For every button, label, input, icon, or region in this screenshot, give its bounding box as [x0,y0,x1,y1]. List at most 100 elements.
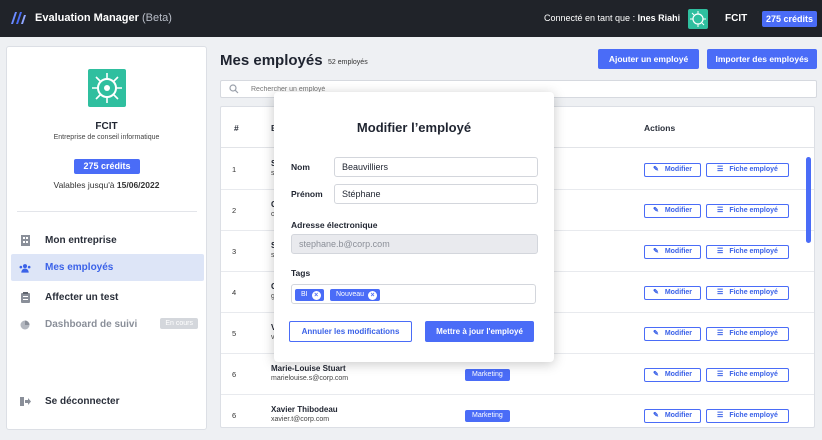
sidebar-item-mes-employes[interactable]: Mes employés [11,254,204,281]
row-number: 6 [232,370,237,379]
connected-prefix: Connecté en tant que : [544,13,638,23]
en-cours-badge: En cours [160,318,198,329]
employee-tag: Marketing [465,410,510,422]
column-header-actions: Actions [644,123,676,133]
nom-label: Nom [291,162,310,172]
sidebar-item-mon-entreprise[interactable]: Mon entreprise [11,227,204,254]
row-number: 3 [232,247,237,256]
logout-button[interactable]: Se déconnecter [11,388,204,415]
sidebar: FCIT Entreprise de conseil informatique … [6,46,207,430]
row-number: 1 [232,165,237,174]
pencil-icon: ✎ [652,412,659,419]
top-credits-badge: 275 crédits [762,11,817,27]
circuit-logo-icon [92,73,122,103]
tags-label: Tags [291,268,311,278]
company-avatar[interactable] [688,9,708,29]
connected-user: Connecté en tant que : Ines Riahi [544,13,680,23]
modify-button[interactable]: ✎ Modifier [644,286,701,300]
logout-label: Se déconnecter [45,396,120,407]
sidebar-item-affecter-un-test[interactable]: Affecter un test [11,284,204,311]
search-icon [229,84,239,94]
update-employee-button[interactable]: Mettre à jour l'employé [425,321,534,342]
row-number: 5 [232,329,237,338]
pencil-icon: ✎ [652,248,659,255]
email-field: stephane.b@corp.com [291,234,538,254]
pencil-icon: ✎ [652,330,659,337]
sidebar-item-dashboard-de-suivi: Dashboard de suivi En cours [11,311,204,338]
employee-email: xavier.t@corp.com [271,416,330,423]
list-icon: ☰ [717,412,724,419]
tag-chip-bi: BI × [295,289,324,301]
import-employees-button[interactable]: Importer des employés [707,49,817,69]
remove-tag-icon[interactable]: × [368,290,378,300]
remove-tag-icon[interactable]: × [311,290,321,300]
sidebar-company-name: FCIT [95,121,118,132]
sheet-label: Fiche employé [729,289,778,296]
list-icon: ☰ [717,166,724,173]
nom-field[interactable]: Beauvilliers [334,157,538,177]
pencil-icon: ✎ [652,371,659,378]
sidebar-company-description: Entreprise de conseil informatique [53,134,160,141]
sidebar-item-label: Affecter un test [45,292,119,303]
company-logo [88,69,126,107]
employee-tag: Marketing [465,369,510,381]
list-icon: ☰ [717,248,724,255]
modify-label: Modifier [664,412,693,419]
sheet-label: Fiche employé [729,166,778,173]
app-title: Evaluation Manager (Beta) [35,12,172,24]
modify-button[interactable]: ✎ Modifier [644,163,701,177]
chart-icon [19,319,31,331]
modify-button[interactable]: ✎ Modifier [644,327,701,341]
row-number: 2 [232,206,237,215]
employee-count: 52 employés [328,59,368,66]
list-icon: ☰ [717,289,724,296]
row-number: 4 [232,288,237,297]
add-employee-button[interactable]: Ajouter un employé [598,49,699,69]
column-header-number: # [234,123,239,133]
prenom-label: Prénom [291,189,323,199]
modify-button[interactable]: ✎ Modifier [644,204,701,218]
pencil-icon: ✎ [652,166,659,173]
sidebar-credits-badge: 275 crédits [74,159,140,174]
credits-validity: Valables jusqu'à 15/06/2022 [7,180,206,190]
modify-button[interactable]: ✎ Modifier [644,368,701,382]
prenom-field[interactable]: Stéphane [334,184,538,204]
row-number: 6 [232,411,237,420]
employee-name: Xavier Thibodeau [271,405,338,414]
employee-sheet-button[interactable]: ☰ Fiche employé [706,327,789,341]
list-icon: ☰ [717,207,724,214]
employee-sheet-button[interactable]: ☰ Fiche employé [706,368,789,382]
sidebar-item-label: Mes employés [45,262,114,273]
modify-button[interactable]: ✎ Modifier [644,245,701,259]
list-icon: ☰ [717,330,724,337]
employee-sheet-button[interactable]: ☰ Fiche employé [706,163,789,177]
modify-button[interactable]: ✎ Modifier [644,409,701,423]
modify-label: Modifier [664,166,693,173]
employee-sheet-button[interactable]: ☰ Fiche employé [706,204,789,218]
employee-sheet-button[interactable]: ☰ Fiche employé [706,409,789,423]
tag-chip-nouveau: Nouveau × [330,289,381,301]
modify-label: Modifier [664,330,693,337]
sheet-label: Fiche employé [729,248,778,255]
table-scrollbar[interactable] [806,157,811,243]
user-name: Ines Riahi [637,13,681,23]
employee-sheet-button[interactable]: ☰ Fiche employé [706,286,789,300]
pencil-icon: ✎ [652,289,659,296]
logout-icon [19,396,31,408]
tag-label: Nouveau [336,291,365,298]
validity-date: 15/06/2022 [116,180,160,190]
app-title-text: Evaluation Manager [35,12,139,24]
list-icon: ☰ [717,371,724,378]
modify-label: Modifier [664,371,693,378]
employee-sheet-button[interactable]: ☰ Fiche employé [706,245,789,259]
cancel-changes-button[interactable]: Annuler les modifications [289,321,412,342]
tags-field[interactable]: BI × Nouveau × [291,284,536,304]
sidebar-item-label: Mon entreprise [45,235,117,246]
validity-prefix: Valables jusqu'à [53,180,117,190]
sheet-label: Fiche employé [729,412,778,419]
users-icon [19,262,31,274]
modify-label: Modifier [664,248,693,255]
modify-label: Modifier [664,289,693,296]
app-logo-icon [11,12,26,24]
table-row[interactable]: 6 Xavier Thibodeau xavier.t@corp.com Mar… [221,395,814,427]
